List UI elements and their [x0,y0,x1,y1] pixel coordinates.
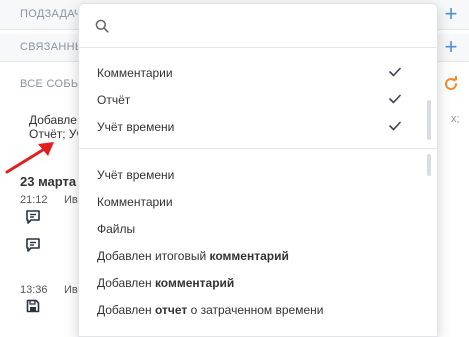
option-time-report-added[interactable]: Добавлен отчет о затраченном времени [97,303,323,317]
events-date-heading: 23 марта [20,174,77,189]
event-type-filter-dropdown: Комментарии Отчёт Учёт времени Учёт врем… [78,3,438,337]
add-related-button[interactable]: + [443,36,459,58]
option-text: Добавлен [97,303,155,317]
option-files[interactable]: Файлы [97,222,135,236]
options-list-scrollbar[interactable] [427,154,431,176]
option-text-bold: комментарий [154,276,235,290]
checkmark-icon [389,121,401,131]
option-text-bold: комментарий [209,249,289,263]
comment-icon [26,210,40,224]
search-input[interactable] [119,14,419,38]
selected-option-report[interactable]: Отчёт [97,93,130,107]
option-time-tracking[interactable]: Учёт времени [97,168,174,182]
event-filter-right-stub: х; [451,113,460,125]
option-final-comment-added[interactable]: Добавлен итоговый комментарий [97,249,289,263]
list-divider [79,148,437,149]
option-text: Добавлен [97,276,155,290]
selected-list-scrollbar[interactable] [427,100,431,140]
event-author[interactable]: Ив [64,284,78,296]
option-comment-added[interactable]: Добавлен комментарий [97,276,234,290]
comment-icon [26,238,40,252]
event-time: 13:36 [20,284,48,296]
red-pointer-arrow-icon [5,142,54,174]
option-text: Добавлен итоговый [97,249,210,263]
refresh-icon[interactable] [443,76,459,92]
option-text-bold: отчет [154,303,188,317]
checkmark-icon [389,67,401,77]
selected-option-time-tracking[interactable]: Учёт времени [97,120,174,134]
available-options-list: Учёт времени Комментарии Файлы Добавлен … [79,160,437,330]
checkmark-icon [389,94,401,104]
selected-options-list: Комментарии Отчёт Учёт времени [79,58,437,148]
search-icon [95,19,109,33]
option-text: о затраченном времени [187,303,324,317]
add-subtask-button[interactable]: + [443,3,459,25]
event-author[interactable]: Ив [64,194,78,206]
event-time: 21:12 [20,194,48,206]
event-filter-added-text: Добавле [29,113,77,127]
search-bar [79,4,437,48]
option-comments[interactable]: Комментарии [97,195,173,209]
selected-option-comments[interactable]: Комментарии [97,66,173,80]
save-icon [26,299,40,313]
